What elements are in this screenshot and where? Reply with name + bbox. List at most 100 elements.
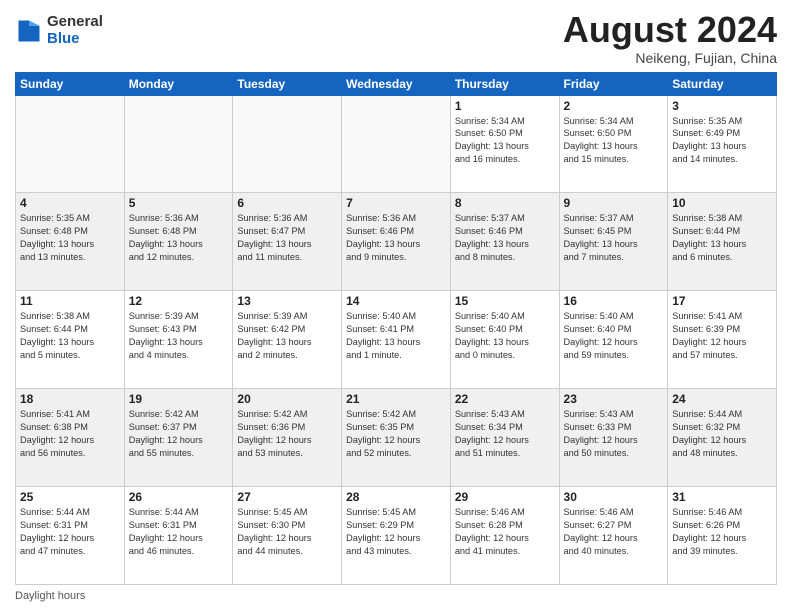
day-number: 17	[672, 294, 772, 308]
calendar-cell: 25 Sunrise: 5:44 AM Sunset: 6:31 PM Dayli…	[16, 487, 125, 585]
logo-general: General	[47, 14, 103, 31]
calendar-cell: 1 Sunrise: 5:34 AM Sunset: 6:50 PM Daylig…	[450, 95, 559, 193]
day-number: 5	[129, 196, 229, 210]
day-info: Sunrise: 5:45 AM Sunset: 6:30 PM Dayligh…	[237, 506, 337, 558]
day-info: Sunrise: 5:34 AM Sunset: 6:50 PM Dayligh…	[564, 115, 664, 167]
day-info: Sunrise: 5:40 AM Sunset: 6:41 PM Dayligh…	[346, 310, 446, 362]
day-number: 25	[20, 490, 120, 504]
calendar-cell: 23Sunrise: 5:43 AM Sunset: 6:33 PM Dayli…	[559, 389, 668, 487]
day-number: 1	[455, 99, 555, 113]
footer: Daylight hours	[15, 590, 777, 602]
calendar-table: SundayMondayTuesdayWednesdayThursdayFrid…	[15, 72, 777, 585]
calendar-day-header: Saturday	[668, 72, 777, 95]
calendar-week-row: 18 Sunrise: 5:41 AM Sunset: 6:38 PM Dayli…	[16, 389, 777, 487]
calendar-day-header: Tuesday	[233, 72, 342, 95]
calendar-page: General Blue August 2024 Neikeng, Fujian…	[0, 0, 792, 612]
day-number: 14	[346, 294, 446, 308]
calendar-cell: 2 Sunrise: 5:34 AM Sunset: 6:50 PM Daylig…	[559, 95, 668, 193]
day-info: Sunrise: 5:39 AM Sunset: 6:42 PM Dayligh…	[237, 310, 337, 362]
calendar-week-row: 25 Sunrise: 5:44 AM Sunset: 6:31 PM Dayli…	[16, 487, 777, 585]
day-info: Sunrise: 5:34 AM Sunset: 6:50 PM Dayligh…	[455, 115, 555, 167]
day-number: 22	[455, 392, 555, 406]
calendar-cell: 17 Sunrise: 5:41 AM Sunset: 6:39 PM Dayli…	[668, 291, 777, 389]
month-title: August 2024	[563, 10, 777, 50]
calendar-cell: 14 Sunrise: 5:40 AM Sunset: 6:41 PM Dayli…	[342, 291, 451, 389]
day-number: 18	[20, 392, 120, 406]
day-number: 27	[237, 490, 337, 504]
day-info: Sunrise: 5:44 AM Sunset: 6:31 PM Dayligh…	[20, 506, 120, 558]
logo-text: General Blue	[47, 14, 103, 47]
day-info: Sunrise: 5:40 AM Sunset: 6:40 PM Dayligh…	[455, 310, 555, 362]
day-info: Sunrise: 5:43 AM Sunset: 6:34 PM Dayligh…	[455, 408, 555, 460]
calendar-cell: 16Sunrise: 5:40 AM Sunset: 6:40 PM Dayli…	[559, 291, 668, 389]
daylight-label: Daylight hours	[15, 590, 85, 602]
day-info: Sunrise: 5:37 AM Sunset: 6:46 PM Dayligh…	[455, 212, 555, 264]
calendar-cell: 18 Sunrise: 5:41 AM Sunset: 6:38 PM Dayli…	[16, 389, 125, 487]
calendar-cell: 9 Sunrise: 5:37 AM Sunset: 6:45 PM Daylig…	[559, 193, 668, 291]
calendar-header-row: SundayMondayTuesdayWednesdayThursdayFrid…	[16, 72, 777, 95]
day-number: 24	[672, 392, 772, 406]
calendar-cell: 8Sunrise: 5:37 AM Sunset: 6:46 PM Daylig…	[450, 193, 559, 291]
day-info: Sunrise: 5:38 AM Sunset: 6:44 PM Dayligh…	[672, 212, 772, 264]
calendar-cell: 24Sunrise: 5:44 AM Sunset: 6:32 PM Dayli…	[668, 389, 777, 487]
day-info: Sunrise: 5:45 AM Sunset: 6:29 PM Dayligh…	[346, 506, 446, 558]
calendar-cell: 7 Sunrise: 5:36 AM Sunset: 6:46 PM Daylig…	[342, 193, 451, 291]
calendar-cell: 31Sunrise: 5:46 AM Sunset: 6:26 PM Dayli…	[668, 487, 777, 585]
logo: General Blue	[15, 14, 103, 47]
day-info: Sunrise: 5:37 AM Sunset: 6:45 PM Dayligh…	[564, 212, 664, 264]
day-number: 15	[455, 294, 555, 308]
calendar-cell	[16, 95, 125, 193]
calendar-cell	[124, 95, 233, 193]
calendar-cell: 20Sunrise: 5:42 AM Sunset: 6:36 PM Dayli…	[233, 389, 342, 487]
day-number: 16	[564, 294, 664, 308]
calendar-day-header: Sunday	[16, 72, 125, 95]
logo-blue: Blue	[47, 31, 103, 48]
day-number: 10	[672, 196, 772, 210]
day-info: Sunrise: 5:36 AM Sunset: 6:46 PM Dayligh…	[346, 212, 446, 264]
calendar-cell: 21Sunrise: 5:42 AM Sunset: 6:35 PM Dayli…	[342, 389, 451, 487]
day-info: Sunrise: 5:44 AM Sunset: 6:31 PM Dayligh…	[129, 506, 229, 558]
day-number: 26	[129, 490, 229, 504]
day-info: Sunrise: 5:42 AM Sunset: 6:37 PM Dayligh…	[129, 408, 229, 460]
day-number: 19	[129, 392, 229, 406]
day-number: 29	[455, 490, 555, 504]
day-info: Sunrise: 5:41 AM Sunset: 6:39 PM Dayligh…	[672, 310, 772, 362]
calendar-cell: 15 Sunrise: 5:40 AM Sunset: 6:40 PM Dayli…	[450, 291, 559, 389]
calendar-cell	[233, 95, 342, 193]
day-number: 13	[237, 294, 337, 308]
calendar-cell: 3Sunrise: 5:35 AM Sunset: 6:49 PM Daylig…	[668, 95, 777, 193]
day-info: Sunrise: 5:46 AM Sunset: 6:28 PM Dayligh…	[455, 506, 555, 558]
calendar-cell: 6Sunrise: 5:36 AM Sunset: 6:47 PM Daylig…	[233, 193, 342, 291]
day-info: Sunrise: 5:39 AM Sunset: 6:43 PM Dayligh…	[129, 310, 229, 362]
day-number: 30	[564, 490, 664, 504]
calendar-day-header: Wednesday	[342, 72, 451, 95]
calendar-cell: 4Sunrise: 5:35 AM Sunset: 6:48 PM Daylig…	[16, 193, 125, 291]
calendar-week-row: 11Sunrise: 5:38 AM Sunset: 6:44 PM Dayli…	[16, 291, 777, 389]
calendar-week-row: 1 Sunrise: 5:34 AM Sunset: 6:50 PM Daylig…	[16, 95, 777, 193]
day-number: 6	[237, 196, 337, 210]
day-info: Sunrise: 5:42 AM Sunset: 6:36 PM Dayligh…	[237, 408, 337, 460]
calendar-cell: 22 Sunrise: 5:43 AM Sunset: 6:34 PM Dayli…	[450, 389, 559, 487]
day-number: 7	[346, 196, 446, 210]
calendar-week-row: 4Sunrise: 5:35 AM Sunset: 6:48 PM Daylig…	[16, 193, 777, 291]
day-info: Sunrise: 5:41 AM Sunset: 6:38 PM Dayligh…	[20, 408, 120, 460]
calendar-cell: 10 Sunrise: 5:38 AM Sunset: 6:44 PM Dayli…	[668, 193, 777, 291]
logo-icon	[15, 17, 43, 45]
calendar-cell: 27 Sunrise: 5:45 AM Sunset: 6:30 PM Dayli…	[233, 487, 342, 585]
header: General Blue August 2024 Neikeng, Fujian…	[15, 10, 777, 66]
calendar-cell: 5Sunrise: 5:36 AM Sunset: 6:48 PM Daylig…	[124, 193, 233, 291]
day-number: 2	[564, 99, 664, 113]
day-number: 4	[20, 196, 120, 210]
day-number: 28	[346, 490, 446, 504]
calendar-cell: 28 Sunrise: 5:45 AM Sunset: 6:29 PM Dayli…	[342, 487, 451, 585]
calendar-cell: 13 Sunrise: 5:39 AM Sunset: 6:42 PM Dayli…	[233, 291, 342, 389]
calendar-cell: 29 Sunrise: 5:46 AM Sunset: 6:28 PM Dayli…	[450, 487, 559, 585]
day-info: Sunrise: 5:46 AM Sunset: 6:26 PM Dayligh…	[672, 506, 772, 558]
calendar-cell: 12Sunrise: 5:39 AM Sunset: 6:43 PM Dayli…	[124, 291, 233, 389]
day-info: Sunrise: 5:46 AM Sunset: 6:27 PM Dayligh…	[564, 506, 664, 558]
day-number: 9	[564, 196, 664, 210]
day-number: 3	[672, 99, 772, 113]
calendar-cell: 11Sunrise: 5:38 AM Sunset: 6:44 PM Dayli…	[16, 291, 125, 389]
day-number: 11	[20, 294, 120, 308]
calendar-day-header: Monday	[124, 72, 233, 95]
